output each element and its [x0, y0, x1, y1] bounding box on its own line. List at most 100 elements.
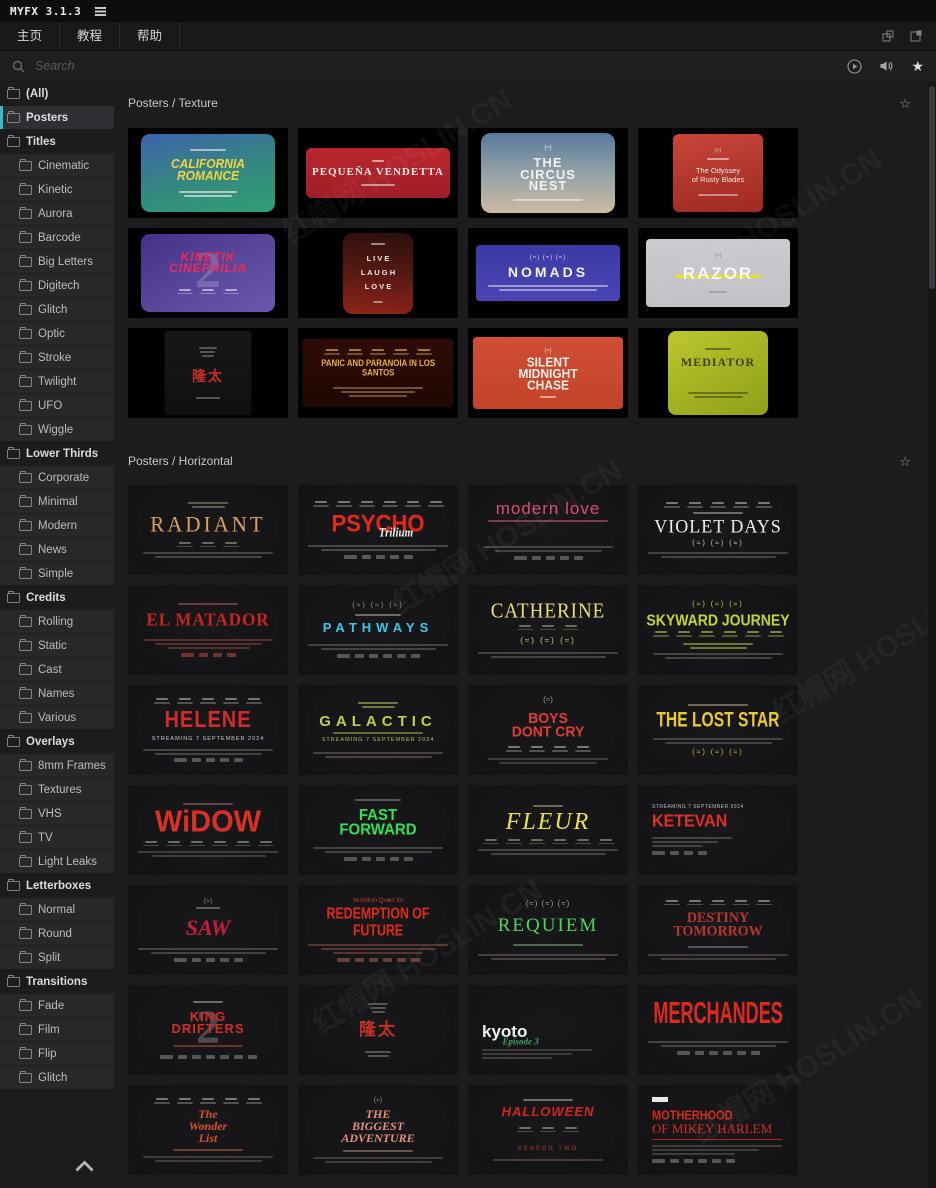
ryuta-portrait[interactable]: 隆太: [128, 328, 288, 418]
silent-midnight-chase[interactable]: (≈) SILENT MIDNIGHT CHASE: [468, 328, 628, 418]
float-panel-icon[interactable]: [882, 30, 894, 42]
play-tutorial-icon[interactable]: [847, 58, 862, 74]
sidebar-item-barcode[interactable]: Barcode: [0, 226, 114, 249]
sidebar-item-flip[interactable]: Flip: [0, 1042, 114, 1065]
credit-bar: [138, 851, 278, 854]
requiem[interactable]: (≈) (≈) (≈) REQUIEM: [468, 885, 628, 975]
modern-love[interactable]: modern love: [468, 485, 628, 575]
hamburger-menu-icon[interactable]: [95, 6, 107, 16]
the-circus-nest[interactable]: (≈) THE CIRCUS NEST: [468, 128, 628, 218]
merchandes[interactable]: MERCHANDES: [638, 985, 798, 1075]
kyoto[interactable]: kyoto Episode 3: [468, 985, 628, 1075]
section-favorite-icon[interactable]: ☆: [899, 97, 914, 110]
psycho-trilium[interactable]: PSYCHO Trilium: [298, 485, 458, 575]
menu-tab-1[interactable]: 主页: [0, 22, 61, 50]
el-matador[interactable]: EL MATADOR: [128, 585, 288, 675]
sidebar-item-fade[interactable]: Fade: [0, 994, 114, 1017]
razor[interactable]: (≈) RAZOR: [638, 228, 798, 318]
menu-tab-2[interactable]: 教程: [60, 22, 121, 50]
halloween[interactable]: HALLOWEEN SEASON TWO: [468, 1085, 628, 1175]
sidebar-item-film[interactable]: Film: [0, 1018, 114, 1041]
sidebar-item-corporate[interactable]: Corporate: [0, 466, 114, 489]
sidebar-item-aurora[interactable]: Aurora: [0, 202, 114, 225]
sidebar-item-overlays[interactable]: Overlays: [0, 730, 114, 753]
sidebar-item-modern[interactable]: Modern: [0, 514, 114, 537]
sidebar-item-vhs[interactable]: VHS: [0, 802, 114, 825]
search-input[interactable]: [33, 58, 357, 74]
redemption-of-future[interactable]: Vermilion Quest for REDEMPTION OF FUTURE: [298, 885, 458, 975]
live-laugh-love[interactable]: L I V E L A U G H L O V E: [298, 228, 458, 318]
sidebar-item-tv[interactable]: TV: [0, 826, 114, 849]
sidebar-item-split[interactable]: Split: [0, 946, 114, 969]
catherine[interactable]: CATHERINE (≈) (≈) (≈): [468, 585, 628, 675]
destiny-tomorrow[interactable]: DESTINY TOMORROW: [638, 885, 798, 975]
sidebar-item-transitions[interactable]: Transitions: [0, 970, 114, 993]
favorites-icon[interactable]: ★: [911, 59, 924, 73]
odyssey-of-rusty-blades[interactable]: (≈) The Odyssey of Rusty Blades: [638, 128, 798, 218]
pequena-vendetta[interactable]: PEQUEÑA VENDETTA: [298, 128, 458, 218]
sidebar-item-round[interactable]: Round: [0, 922, 114, 945]
sidebar-item-big-letters[interactable]: Big Letters: [0, 250, 114, 273]
sidebar-item-light-leaks[interactable]: Light Leaks: [0, 850, 114, 873]
scrollbar-thumb[interactable]: [929, 86, 935, 289]
fleur[interactable]: FLEUR: [468, 785, 628, 875]
helene[interactable]: HELENE STREAMING 7 SEPTEMBER 2024: [128, 685, 288, 775]
radiant[interactable]: RADIANT: [128, 485, 288, 575]
sidebar-item-posters[interactable]: Posters: [0, 106, 114, 129]
sidebar-item-optic[interactable]: Optic: [0, 322, 114, 345]
sidebar-item-letterboxes[interactable]: Letterboxes: [0, 874, 114, 897]
sidebar-item-lower-thirds[interactable]: Lower Thirds: [0, 442, 114, 465]
widow[interactable]: WiDOW: [128, 785, 288, 875]
sidebar-item-rolling[interactable]: Rolling: [0, 610, 114, 633]
sound-icon[interactable]: [879, 59, 894, 73]
saw[interactable]: (≈) SAW: [128, 885, 288, 975]
sidebar-item-static[interactable]: Static: [0, 634, 114, 657]
sidebar-item-cast[interactable]: Cast: [0, 658, 114, 681]
sidebar-item-stroke[interactable]: Stroke: [0, 346, 114, 369]
sidebar-item-news[interactable]: News: [0, 538, 114, 561]
sidebar-item--all-[interactable]: (All): [0, 82, 114, 105]
sidebar-item-normal[interactable]: Normal: [0, 898, 114, 921]
violet-days[interactable]: VIOLET DAYS (≈) (≈) (≈): [638, 485, 798, 575]
sidebar-item-simple[interactable]: Simple: [0, 562, 114, 585]
cast-bar: [323, 353, 340, 355]
pathways[interactable]: (≈) (≈) (≈) PATHWAYS: [298, 585, 458, 675]
ryuta[interactable]: 隆太: [298, 985, 458, 1075]
mediator[interactable]: MEDIATOR: [638, 328, 798, 418]
the-lost-star[interactable]: THE LOST STAR (≈) (≈) (≈): [638, 685, 798, 775]
sidebar-item-titles[interactable]: Titles: [0, 130, 114, 153]
motherhood-of-mikey-harlem[interactable]: MOTHERHOOD OF MIKEY HARLEM: [638, 1085, 798, 1175]
sidebar-item-glitch[interactable]: Glitch: [0, 1066, 114, 1089]
sidebar-item-glitch[interactable]: Glitch: [0, 298, 114, 321]
sidebar-item-digitech[interactable]: Digitech: [0, 274, 114, 297]
cast-bar: [246, 1102, 262, 1104]
kinetik-cinephilia[interactable]: 2 KINETIK CINEPHILIA: [128, 228, 288, 318]
california-romance[interactable]: CALIFORNIA ROMANCE: [128, 128, 288, 218]
fast-forward[interactable]: FAST FORWARD: [298, 785, 458, 875]
the-biggest-adventure[interactable]: (≈) THE BIGGEST ADVENTURE: [298, 1085, 458, 1175]
sidebar-item-ufo[interactable]: UFO: [0, 394, 114, 417]
sidebar-item-credits[interactable]: Credits: [0, 586, 114, 609]
king-drifters-2[interactable]: 2 KING DRIFTERS: [128, 985, 288, 1075]
panic-and-paranoia[interactable]: PANIC AND PARANOIA IN LOS SANTOS: [298, 328, 458, 418]
ketevan[interactable]: STREAMING 7 SEPTEMBER 2024 KETEVAN: [638, 785, 798, 875]
the-wonder-list[interactable]: The Wonder List: [128, 1085, 288, 1175]
scroll-to-top-button[interactable]: [72, 1156, 98, 1179]
skyward-journey[interactable]: (≈) (≈) (≈) SKYWARD JOURNEY: [638, 585, 798, 675]
menu-tab-3[interactable]: 帮助: [120, 22, 181, 50]
sidebar-item-wiggle[interactable]: Wiggle: [0, 418, 114, 441]
sidebar-item-cinematic[interactable]: Cinematic: [0, 154, 114, 177]
sidebar-item-minimal[interactable]: Minimal: [0, 490, 114, 513]
section-favorite-icon[interactable]: ☆: [899, 455, 914, 468]
sidebar-item-8mm-frames[interactable]: 8mm Frames: [0, 754, 114, 777]
cast-bar: [664, 506, 680, 508]
sidebar-item-textures[interactable]: Textures: [0, 778, 114, 801]
nomads[interactable]: (≈) (≈) (≈) NOMADS: [468, 228, 628, 318]
boys-dont-cry[interactable]: (≈) BOYS DONT CRY: [468, 685, 628, 775]
sidebar-item-kinetic[interactable]: Kinetic: [0, 178, 114, 201]
sidebar-item-twilight[interactable]: Twilight: [0, 370, 114, 393]
sidebar-item-various[interactable]: Various: [0, 706, 114, 729]
new-panel-icon[interactable]: [910, 30, 922, 42]
sidebar-item-names[interactable]: Names: [0, 682, 114, 705]
galactic[interactable]: GALACTIC STREAMING 7 SEPTEMBER 2024: [298, 685, 458, 775]
